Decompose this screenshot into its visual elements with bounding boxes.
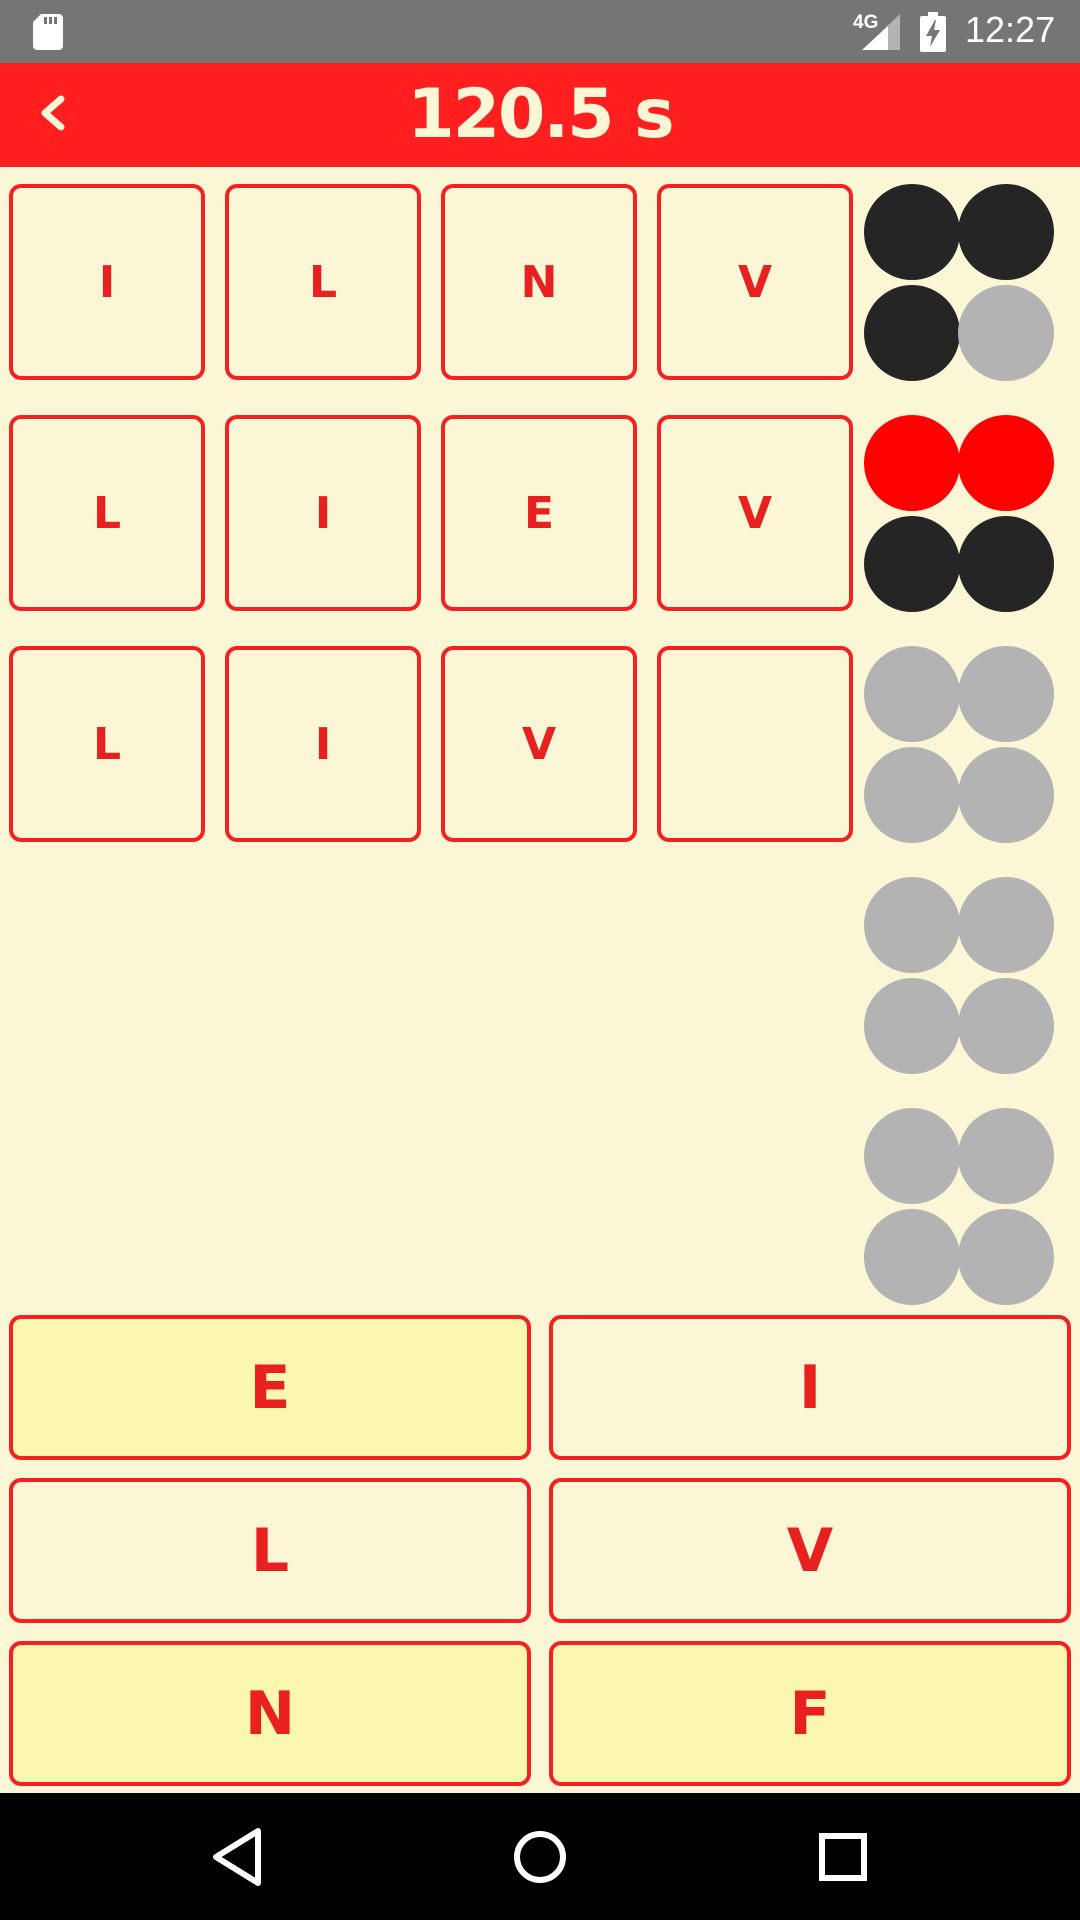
feedback-peg-red [958,415,1054,511]
status-bar: 4G 12:27 [0,0,1080,63]
feedback-peg-grey [864,1209,960,1305]
feedback-peg-grey [958,1209,1054,1305]
triangle-back-icon[interactable] [200,1819,276,1895]
square-recents-icon[interactable] [805,1819,881,1895]
guess-tile-active[interactable] [657,646,853,842]
guess-tile: V [441,646,637,842]
chevron-left-icon [41,95,65,131]
letter-key-f[interactable]: F [549,1641,1071,1786]
guess-tile: I [9,184,205,380]
timer-display: 120.5 s [407,75,674,154]
letter-key-e[interactable]: E [9,1315,531,1460]
guess-tile: I [225,415,421,611]
letter-key-n[interactable]: N [9,1641,531,1786]
feedback-peg-grey [864,646,960,742]
feedback-peg-grey [864,877,960,973]
guess-tile: L [9,646,205,842]
circle-home-icon[interactable] [502,1819,578,1895]
feedback-peg-black [864,516,960,612]
feedback-peg-red [864,415,960,511]
feedback-peg-grey [958,646,1054,742]
guess-tile: L [225,184,421,380]
guess-tile: N [441,184,637,380]
feedback-peg-grey [958,747,1054,843]
feedback-peg-grey [958,1108,1054,1204]
guess-tile: V [657,415,853,611]
feedback-peg-black [864,184,960,280]
battery-charging-icon [920,12,946,52]
feedback-peg-grey [864,747,960,843]
system-nav-bar [0,1793,1080,1920]
feedback-peg-black [864,285,960,381]
clock: 12:27 [965,9,1056,50]
back-button[interactable] [20,81,84,145]
feedback-peg-black [958,184,1054,280]
feedback-peg-grey [958,877,1054,973]
guess-tile: L [9,415,205,611]
feedback-peg-grey [958,285,1054,381]
letter-key-i[interactable]: I [549,1315,1071,1460]
app-header: 120.5 s [0,63,1080,167]
sd-card-icon [33,14,63,50]
guess-tile: I [225,646,421,842]
letter-key-v[interactable]: V [549,1478,1071,1623]
feedback-peg-black [958,516,1054,612]
guess-tile: E [441,415,637,611]
feedback-peg-grey [864,978,960,1074]
feedback-peg-grey [958,978,1054,1074]
signal-icon [862,14,900,50]
feedback-peg-grey [864,1108,960,1204]
letter-key-l[interactable]: L [9,1478,531,1623]
guess-tile: V [657,184,853,380]
